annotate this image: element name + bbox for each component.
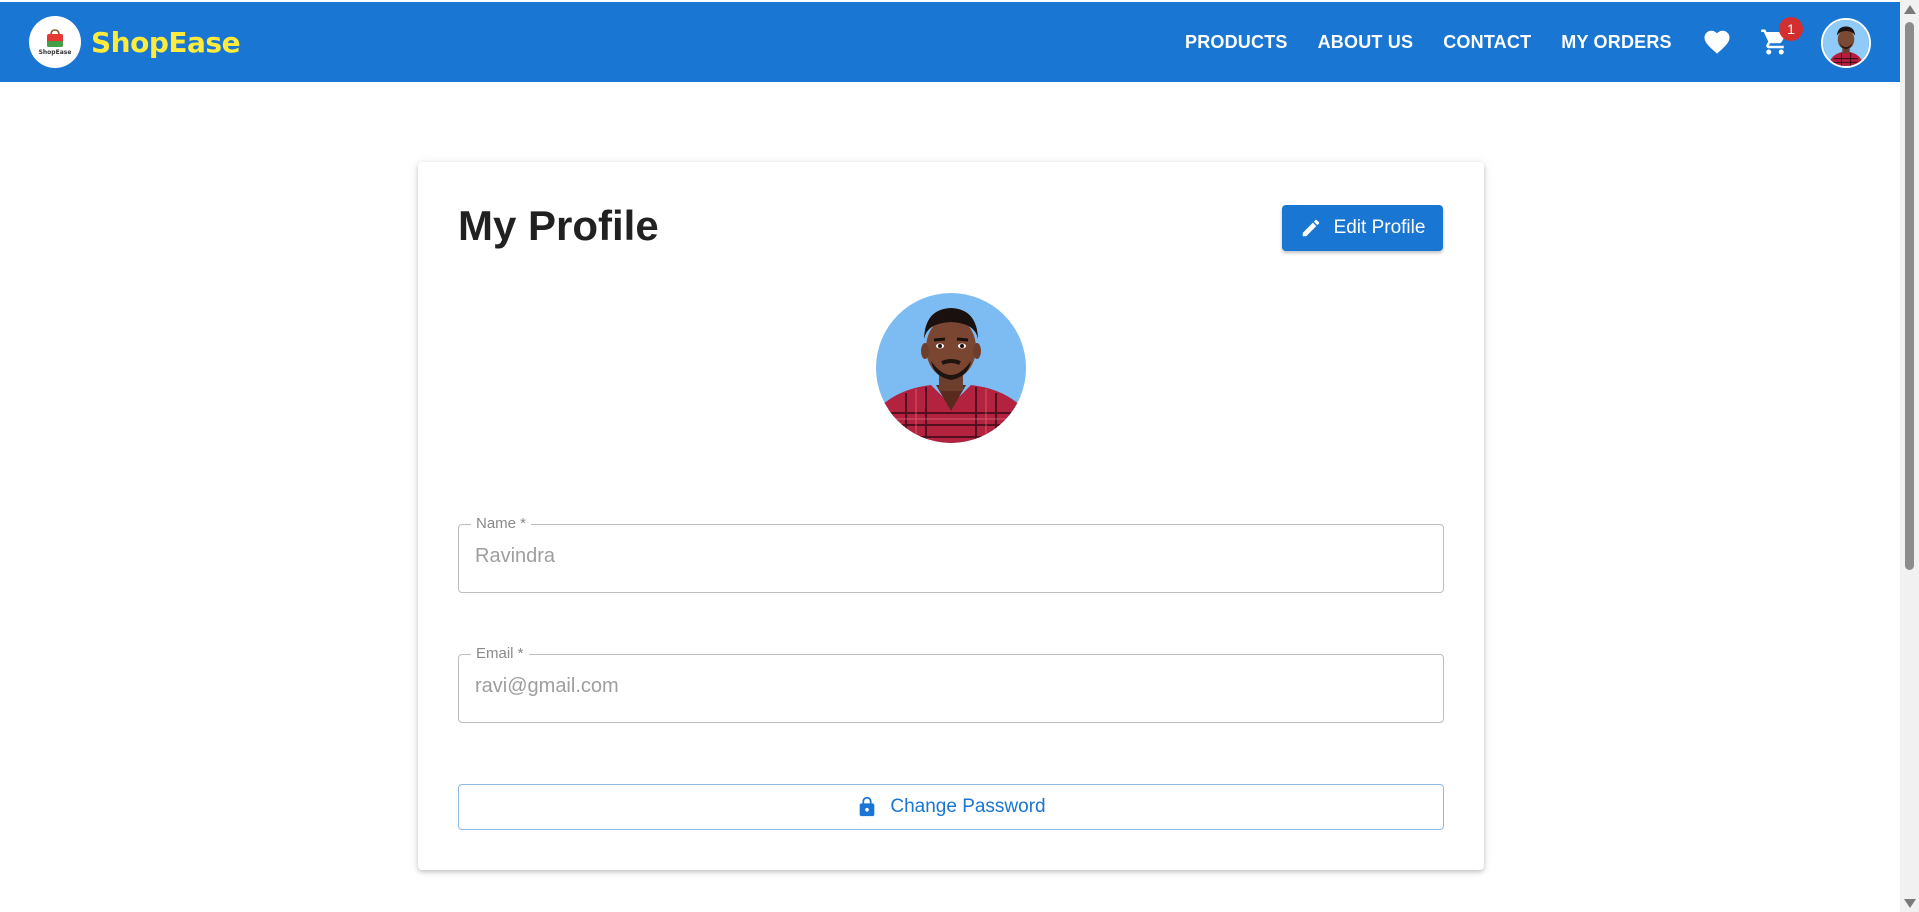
avatar-photo [1823, 20, 1869, 66]
nav-contact[interactable]: CONTACT [1443, 32, 1531, 53]
logo-text: ShopEase [38, 49, 72, 56]
email-label: Email * [471, 645, 529, 662]
profile-photo-image [876, 293, 1026, 443]
page-title: My Profile [458, 202, 659, 249]
user-avatar[interactable] [1821, 18, 1871, 68]
nav-my-orders[interactable]: MY ORDERS [1561, 32, 1672, 53]
change-password-button[interactable]: Change Password [458, 784, 1444, 830]
lock-icon [860, 796, 875, 817]
edit-profile-button[interactable]: Edit Profile [1282, 205, 1443, 251]
profile-card: My Profile Edit Profile Name * Ravindra … [418, 162, 1484, 870]
scroll-thumb[interactable] [1905, 22, 1914, 570]
logo: ShopEase [29, 16, 81, 68]
nav-products[interactable]: PRODUCTS [1185, 32, 1288, 53]
name-field: Name * [458, 515, 1444, 593]
nav-links: PRODUCTS ABOUT US CONTACT MY ORDERS [1185, 2, 1702, 82]
name-label: Name * [471, 515, 532, 532]
cart-count-badge: 1 [1779, 17, 1803, 41]
scroll-up-arrow-icon[interactable] [1904, 5, 1916, 14]
change-password-label: Change Password [890, 796, 1046, 817]
nav-about-us[interactable]: ABOUT US [1318, 32, 1414, 53]
email-field: Email * [458, 645, 1444, 723]
page: ShopEase ShopEase PRODUCTS ABOUT US CONT… [0, 0, 1919, 912]
heart-icon[interactable] [1702, 27, 1732, 57]
pencil-icon [1302, 219, 1319, 237]
scroll-down-arrow-icon[interactable] [1904, 899, 1916, 908]
brand-name: ShopEase [91, 25, 241, 59]
vertical-scrollbar[interactable] [1900, 0, 1919, 912]
email-input[interactable] [475, 675, 1425, 698]
shopping-bag-icon [47, 29, 63, 47]
edit-profile-label: Edit Profile [1333, 217, 1426, 238]
name-input[interactable] [475, 545, 1425, 568]
brand[interactable]: ShopEase ShopEase [29, 16, 241, 68]
app-bar: ShopEase ShopEase PRODUCTS ABOUT US CONT… [0, 2, 1900, 82]
profile-photo [876, 293, 1026, 443]
